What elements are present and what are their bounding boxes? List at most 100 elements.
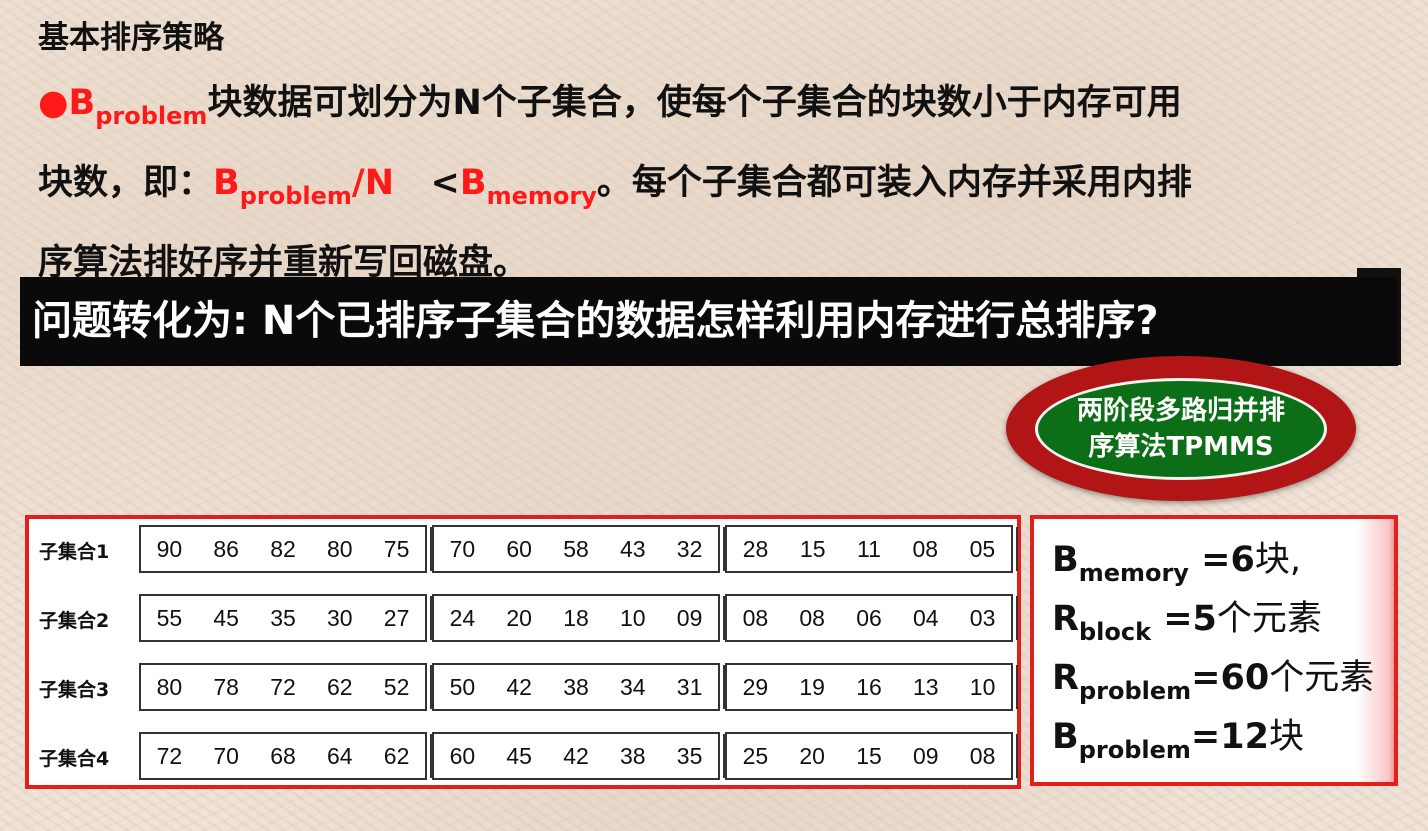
block-value: 15 xyxy=(856,742,882,769)
block-value: 35 xyxy=(270,604,296,631)
block-value: 18 xyxy=(563,604,589,631)
block-value: 38 xyxy=(563,673,589,700)
param-unit: 块, xyxy=(1254,540,1301,580)
param-unit: 块 xyxy=(1268,717,1304,757)
parameter-box-edge xyxy=(1357,515,1397,786)
block-value: 80 xyxy=(156,673,183,700)
b-symbol: B xyxy=(68,83,96,123)
block-value: 29 xyxy=(742,673,769,700)
data-block: 80 78 72 62 52 xyxy=(139,663,432,711)
b-symbol-3: B xyxy=(459,163,487,203)
block-value: 90 xyxy=(156,535,183,562)
data-block: 24 20 18 10 09 xyxy=(432,594,725,642)
line2-suffix: 。每个子集合都可装入内存并采用内排 xyxy=(596,163,1192,203)
block-value: 62 xyxy=(383,742,410,769)
block-value: 27 xyxy=(383,604,410,631)
block-value: 09 xyxy=(912,742,939,769)
block-value: 86 xyxy=(213,535,239,562)
block-value: 13 xyxy=(912,673,939,700)
block-value: 08 xyxy=(799,604,825,631)
b-symbol-2: B xyxy=(213,163,240,203)
table-row: 子集合4 72 70 68 64 62 60 45 42 38 35 25 20 15 09 08 xyxy=(29,732,1018,782)
block-value: 35 xyxy=(676,742,703,769)
block-value: 38 xyxy=(619,742,646,769)
data-block: 25 20 15 09 08 xyxy=(725,732,1018,780)
block-value: 20 xyxy=(799,742,825,769)
block-value: 06 xyxy=(856,604,882,631)
data-block: 08 08 06 04 03 xyxy=(725,594,1018,642)
block-value: 31 xyxy=(676,673,703,700)
block-value: 64 xyxy=(326,742,353,769)
block-value: 50 xyxy=(449,673,476,700)
block-value: 75 xyxy=(383,535,410,562)
subset-label: 子集合2 xyxy=(39,610,110,632)
block-value: 11 xyxy=(857,535,881,562)
data-block: 60 45 42 38 35 xyxy=(432,732,725,780)
problem-subscript: problem xyxy=(95,102,208,130)
block-value: 52 xyxy=(383,673,410,700)
block-value: 15 xyxy=(799,535,826,562)
block-value: 60 xyxy=(506,535,532,562)
block-value: 42 xyxy=(563,742,589,769)
param-subscript: memory xyxy=(1078,559,1189,587)
block-value: 32 xyxy=(676,535,703,562)
block-value: 09 xyxy=(676,604,703,631)
line1-text: 块数据可划分为N个子集合，使每个子集合的块数小于内存可用 xyxy=(207,83,1182,123)
block-value: 45 xyxy=(213,604,239,631)
block-value: 19 xyxy=(799,673,825,700)
block-value: 10 xyxy=(619,604,646,631)
algorithm-badge-line-2: 序算法TPMMS xyxy=(1088,432,1274,462)
block-value: 03 xyxy=(969,604,996,631)
data-block: 28 15 11 08 05 xyxy=(725,525,1018,573)
block-value: 16 xyxy=(856,673,882,700)
block-value: 62 xyxy=(326,673,353,700)
main-paragraph: ●Bproblem块数据可划分为N个子集合，使每个子集合的块数小于内存可用 块数… xyxy=(38,70,1358,297)
block-value: 30 xyxy=(326,604,353,631)
block-value: 42 xyxy=(506,673,532,700)
data-block: 72 70 68 64 62 xyxy=(139,732,432,780)
section-title: 基本排序策略 xyxy=(38,20,224,56)
param-unit: 个元素 xyxy=(1216,599,1322,639)
block-value: 60 xyxy=(449,742,476,769)
param-b-memory: Bmemory =6块, xyxy=(1052,531,1394,590)
block-value: 04 xyxy=(912,604,939,631)
block-value: 28 xyxy=(742,535,769,562)
param-symbol: B xyxy=(1052,540,1079,580)
block-value: 43 xyxy=(619,535,646,562)
paragraph-line-2: 块数，即：Bproblem/N <Bmemory。每个子集合都可装入内存并采用内… xyxy=(38,150,1358,230)
less-than: < xyxy=(430,163,460,203)
data-block: 29 19 16 13 10 xyxy=(725,663,1018,711)
paragraph-line-1: ●Bproblem块数据可划分为N个子集合，使每个子集合的块数小于内存可用 xyxy=(38,70,1358,150)
block-value: 34 xyxy=(619,673,646,700)
subset-table: 子集合1 90 86 82 80 75 70 60 58 43 32 28 15 11 08 05 子集合2 55… xyxy=(25,515,1021,789)
param-value: =6 xyxy=(1188,540,1255,580)
data-block: 55 45 35 30 27 xyxy=(139,594,432,642)
param-value: =60 xyxy=(1191,658,1270,698)
block-value: 20 xyxy=(506,604,532,631)
subset-label: 子集合3 xyxy=(39,679,110,701)
bullet: ● xyxy=(38,83,69,123)
block-value: 55 xyxy=(156,604,183,631)
block-value: 10 xyxy=(969,673,996,700)
block-value: 70 xyxy=(213,742,239,769)
block-value: 24 xyxy=(449,604,476,631)
block-value: 70 xyxy=(449,535,476,562)
block-value: 72 xyxy=(270,673,296,700)
data-block: 90 86 82 80 75 xyxy=(139,525,432,573)
block-value: 68 xyxy=(270,742,296,769)
algorithm-badge-line-1: 两阶段多路归并排 xyxy=(1076,396,1285,426)
param-value: =12 xyxy=(1190,717,1269,757)
line2-prefix: 块数，即： xyxy=(38,163,214,203)
param-r-problem: Rproblem=60个元素 xyxy=(1052,649,1394,708)
table-row: 子集合3 80 78 72 62 52 50 42 38 34 31 29 19 16 13 10 xyxy=(29,663,1018,713)
subset-label: 子集合4 xyxy=(39,748,110,770)
block-value: 72 xyxy=(156,742,183,769)
slash-n: /N xyxy=(351,163,394,203)
problem-subscript-2: problem xyxy=(239,182,352,210)
data-block: 50 42 38 34 31 xyxy=(432,663,725,711)
subset-label: 子集合1 xyxy=(39,541,110,563)
algorithm-badge: 两阶段多路归并排 序算法TPMMS xyxy=(1035,378,1327,480)
block-value: 08 xyxy=(969,742,996,769)
block-value: 05 xyxy=(969,535,996,562)
block-value: 08 xyxy=(912,535,939,562)
